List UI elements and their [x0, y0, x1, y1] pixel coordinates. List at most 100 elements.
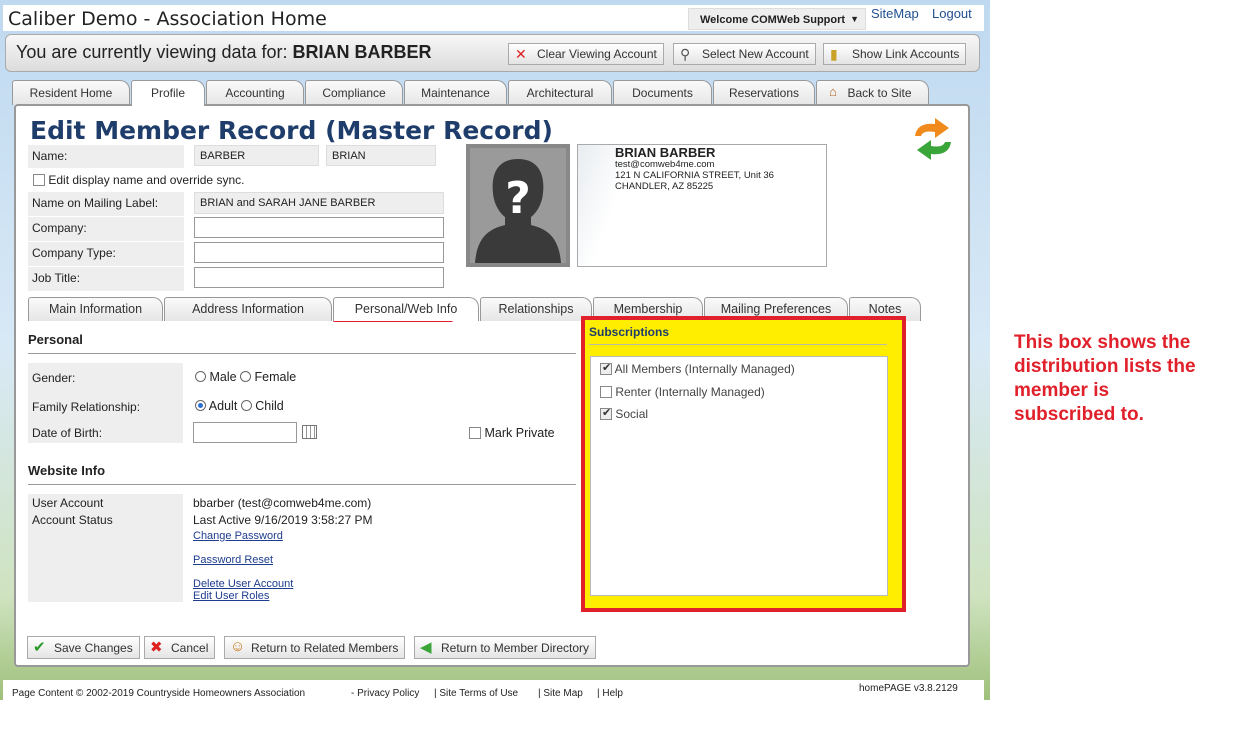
- copyright-text: Page Content © 2002-2019 Countryside Hom…: [12, 688, 306, 699]
- website-divider: [28, 484, 576, 485]
- job-title-input[interactable]: [194, 267, 444, 288]
- override-option: Edit display name and override sync.: [33, 173, 244, 187]
- browser-page: Caliber Demo - Association Home Welcome …: [0, 0, 990, 700]
- company-type-input[interactable]: [194, 242, 444, 263]
- gender-label: Gender:: [32, 371, 76, 385]
- tab-maintenance[interactable]: Maintenance: [404, 80, 507, 105]
- family-options: Adult Child: [195, 399, 284, 413]
- card-name: BRIAN BARBER: [615, 145, 716, 160]
- viewing-text: You are currently viewing data for: BRIA…: [16, 42, 432, 63]
- male-label: Male: [209, 370, 237, 384]
- save-changes-button[interactable]: ✔ Save Changes: [27, 636, 140, 659]
- subscriptions-list: All Members (Internally Managed) Renter …: [590, 356, 888, 596]
- child-label: Child: [255, 399, 284, 413]
- footer: Page Content © 2002-2019 Countryside Hom…: [3, 680, 984, 700]
- return-to-member-directory-button[interactable]: ◀ Return to Member Directory: [414, 636, 597, 659]
- cancel-label: Cancel: [171, 641, 209, 655]
- edit-user-roles-link[interactable]: Edit User Roles: [193, 590, 269, 602]
- site-map-link[interactable]: | Site Map: [538, 688, 583, 699]
- override-label: Edit display name and override sync.: [48, 173, 245, 187]
- sync-icon[interactable]: [909, 114, 957, 164]
- arrow-left-icon: ◀: [420, 639, 432, 656]
- terms-of-use-link[interactable]: | Site Terms of Use: [434, 688, 518, 699]
- adult-label: Adult: [208, 399, 238, 413]
- subscription-item[interactable]: Renter (Internally Managed): [600, 385, 765, 399]
- help-link[interactable]: | Help: [597, 688, 623, 699]
- save-label: Save Changes: [54, 641, 133, 655]
- subscription-label: Social: [615, 407, 649, 421]
- clear-viewing-account-button[interactable]: ✕ Clear Viewing Account: [508, 43, 664, 65]
- mark-private-label: Mark Private: [484, 426, 555, 440]
- member-photo: ?: [466, 144, 570, 267]
- tab-resident-home[interactable]: Resident Home: [12, 80, 130, 105]
- tab-documents[interactable]: Documents: [613, 80, 712, 105]
- gender-options: Male Female: [195, 370, 296, 384]
- override-checkbox[interactable]: [33, 174, 45, 186]
- privacy-policy-link[interactable]: - Privacy Policy: [351, 688, 419, 699]
- viewing-prefix: You are currently viewing data for:: [16, 42, 288, 62]
- tab-compliance[interactable]: Compliance: [305, 80, 403, 105]
- website-info-heading: Website Info: [28, 463, 106, 478]
- company-input[interactable]: [194, 217, 444, 238]
- search-icon: ⚲: [680, 46, 691, 62]
- change-password-link[interactable]: Change Password: [193, 530, 283, 542]
- mailing-label-label: Name on Mailing Label:: [28, 192, 184, 216]
- return-related-label: Return to Related Members: [251, 641, 399, 655]
- mailing-label-field: BRIAN and SARAH JANE BARBER: [194, 192, 444, 214]
- select-new-account-button[interactable]: ⚲ Select New Account: [673, 43, 816, 65]
- account-status-label: Account Status: [32, 513, 113, 527]
- subscription-item[interactable]: All Members (Internally Managed): [600, 361, 795, 376]
- male-radio[interactable]: [195, 371, 206, 382]
- female-label: Female: [254, 370, 297, 384]
- personal-divider: [28, 353, 576, 354]
- logout-link[interactable]: Logout: [932, 6, 972, 21]
- child-radio[interactable]: [240, 400, 252, 411]
- return-directory-label: Return to Member Directory: [441, 641, 590, 655]
- welcome-label: Welcome COMWeb Support: [700, 14, 846, 26]
- select-new-label: Select New Account: [702, 47, 809, 61]
- subscription-label: Renter (Internally Managed): [615, 385, 765, 399]
- mark-private-checkbox[interactable]: [469, 427, 481, 439]
- last-name-field: BARBER: [194, 145, 319, 166]
- tab-accounting[interactable]: Accounting: [206, 80, 304, 105]
- unknown-person-icon: ?: [470, 148, 566, 263]
- female-radio[interactable]: [240, 371, 252, 382]
- delete-user-account-link[interactable]: Delete User Account: [193, 578, 293, 590]
- tab-profile[interactable]: Profile: [131, 80, 205, 106]
- adult-radio[interactable]: [195, 400, 206, 411]
- cancel-button[interactable]: ✖ Cancel: [144, 636, 216, 659]
- dob-input[interactable]: [193, 422, 297, 443]
- subtab-address-information[interactable]: Address Information: [164, 297, 332, 321]
- tab-reservations[interactable]: Reservations: [713, 80, 815, 105]
- sitemap-link[interactable]: SiteMap: [871, 6, 919, 21]
- subtab-personal-web-info[interactable]: Personal/Web Info: [333, 297, 479, 321]
- user-account-value: bbarber (test@comweb4me.com): [193, 496, 372, 510]
- checkmark-icon: ✔: [33, 639, 46, 656]
- subscriptions-highlight: Subscriptions All Members (Internally Ma…: [581, 316, 906, 612]
- viewing-bar: You are currently viewing data for: BRIA…: [5, 34, 980, 72]
- company-type-label: Company Type:: [28, 242, 184, 266]
- welcome-menu[interactable]: Welcome COMWeb Support ▼: [688, 8, 866, 30]
- show-links-label: Show Link Accounts: [852, 47, 960, 61]
- personal-heading: Personal: [28, 332, 83, 347]
- subscription-checkbox[interactable]: [600, 406, 612, 420]
- subscription-checkbox[interactable]: [600, 361, 612, 375]
- show-link-accounts-button[interactable]: ▮ Show Link Accounts: [823, 43, 967, 65]
- version-text: homePAGE v3.8.2129: [859, 683, 958, 694]
- website-labels: [28, 494, 183, 602]
- name-label: Name:: [28, 145, 184, 168]
- page-title: Edit Member Record (Master Record): [30, 116, 553, 145]
- chevron-down-icon: ▼: [850, 14, 859, 24]
- calendar-icon[interactable]: [302, 425, 317, 439]
- return-to-related-members-button[interactable]: ☺ Return to Related Members: [224, 636, 406, 659]
- family-relationship-label: Family Relationship:: [32, 400, 141, 414]
- top-bar: Caliber Demo - Association Home Welcome …: [3, 5, 984, 31]
- subscription-item[interactable]: Social: [600, 406, 649, 421]
- subtab-main-information[interactable]: Main Information: [28, 297, 163, 321]
- tab-architectural[interactable]: Architectural: [508, 80, 612, 105]
- app-title: Caliber Demo - Association Home: [8, 8, 327, 30]
- tab-back-to-site[interactable]: ⌂ Back to Site: [816, 80, 929, 105]
- subscription-checkbox[interactable]: [600, 386, 612, 398]
- password-reset-link[interactable]: Password Reset: [193, 554, 273, 566]
- subtab-relationships[interactable]: Relationships: [480, 297, 592, 321]
